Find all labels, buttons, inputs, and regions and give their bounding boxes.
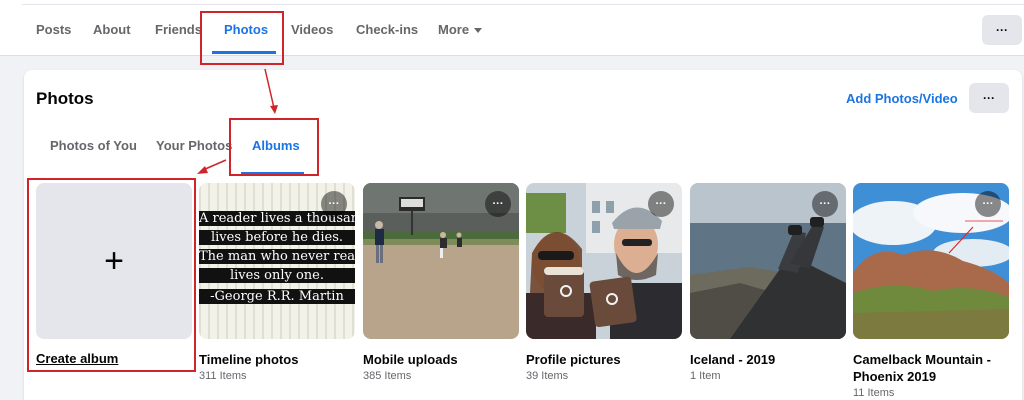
profile-more-button[interactable]: ··· xyxy=(982,15,1022,45)
nav-tab-videos[interactable]: Videos xyxy=(291,22,333,37)
album-options-button[interactable]: ··· xyxy=(485,191,511,217)
album-thumbnail[interactable]: ··· xyxy=(853,183,1009,339)
photos-more-button[interactable]: ··· xyxy=(969,83,1009,113)
profile-nav-bar xyxy=(0,0,1024,56)
quote-line: The man who never reads xyxy=(199,249,355,264)
album-name[interactable]: Profile pictures xyxy=(526,351,682,368)
nav-tab-more[interactable]: More xyxy=(438,22,483,37)
album-options-button[interactable]: ··· xyxy=(975,191,1001,217)
photos-title: Photos xyxy=(36,89,94,108)
caret-down-icon xyxy=(474,28,483,34)
create-album-link[interactable]: Create album xyxy=(36,351,118,366)
album-thumbnail[interactable]: ··· xyxy=(690,183,846,339)
quote-line: lives before he dies. xyxy=(199,230,355,245)
album-card: ··· Profile pictures 39 Items xyxy=(526,183,682,382)
tab-albums[interactable]: Albums xyxy=(252,138,300,153)
nav-tab-friends[interactable]: Friends xyxy=(155,22,202,37)
nav-tab-posts[interactable]: Posts xyxy=(36,22,71,37)
nav-tab-photos[interactable]: Photos xyxy=(224,22,268,37)
tab-your-photos[interactable]: Your Photos xyxy=(156,138,232,153)
create-album-tile[interactable]: + xyxy=(36,183,192,339)
album-name[interactable]: Timeline photos xyxy=(199,351,355,368)
tab-photos-of-you[interactable]: Photos of You xyxy=(50,138,137,153)
album-options-button[interactable]: ··· xyxy=(648,191,674,217)
album-name[interactable]: Mobile uploads xyxy=(363,351,519,368)
album-options-button[interactable]: ··· xyxy=(812,191,838,217)
add-photos-video-link[interactable]: Add Photos/Video xyxy=(846,91,958,106)
album-item-count: 385 Items xyxy=(363,370,412,382)
quote-line: lives only one. xyxy=(199,268,355,283)
nav-tab-about[interactable]: About xyxy=(93,22,131,37)
album-name[interactable]: Camelback Mountain - Phoenix 2019 xyxy=(853,351,1009,385)
album-name[interactable]: Iceland - 2019 xyxy=(690,351,846,368)
album-thumbnail[interactable]: A reader lives a thousand lives before h… xyxy=(199,183,355,339)
album-card: ··· Camelback Mountain - Phoenix 2019 11… xyxy=(853,183,1009,399)
album-item-count: 11 Items xyxy=(853,387,895,399)
quote-line: -George R.R. Martin xyxy=(199,289,355,304)
albums-tab-indicator xyxy=(241,172,304,175)
album-item-count: 311 Items xyxy=(199,370,247,382)
album-options-button[interactable]: ··· xyxy=(321,191,347,217)
album-item-count: 1 Item xyxy=(690,370,721,382)
album-thumbnail[interactable]: ··· xyxy=(363,183,519,339)
album-card: ··· Mobile uploads 385 Items xyxy=(363,183,519,382)
nav-tab-check-ins[interactable]: Check-ins xyxy=(356,22,418,37)
nav-tab-more-label: More xyxy=(438,22,470,37)
plus-icon: + xyxy=(104,242,124,280)
album-card: A reader lives a thousand lives before h… xyxy=(199,183,355,382)
active-tab-indicator xyxy=(212,51,276,54)
album-thumbnail[interactable]: ··· xyxy=(526,183,682,339)
divider xyxy=(22,4,1024,5)
album-item-count: 39 Items xyxy=(526,370,569,382)
album-card: ··· Iceland - 2019 1 Item xyxy=(690,183,846,382)
